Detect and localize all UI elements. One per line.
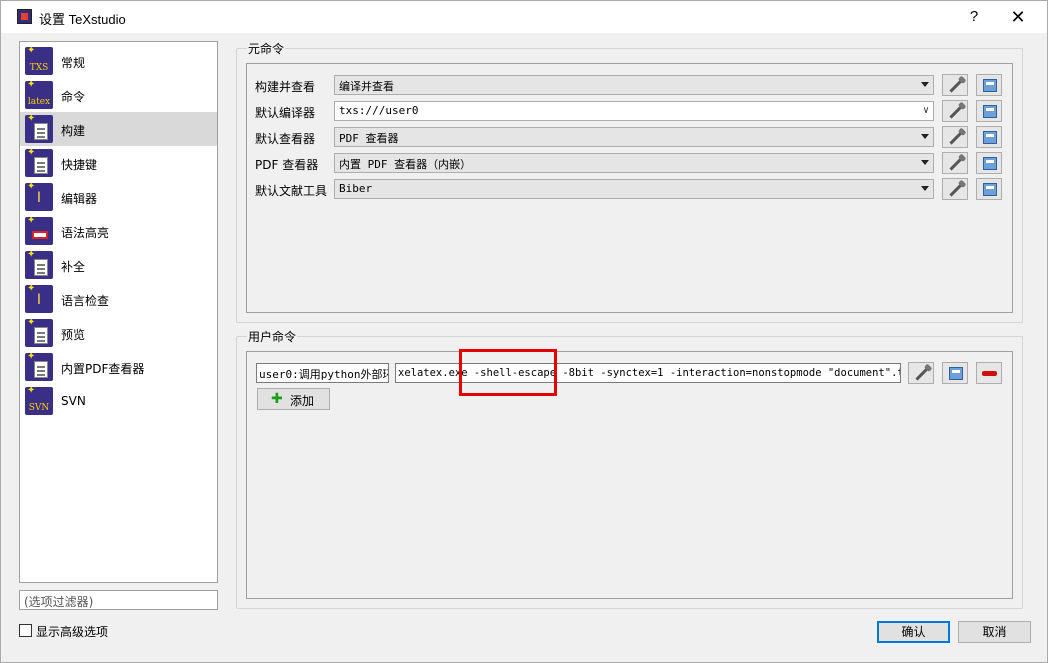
nav-item-label: 编辑器	[61, 192, 98, 206]
window-title: 设置 TeXstudio	[39, 12, 126, 27]
nav-item-commands[interactable]: ✦ latex 命令	[20, 78, 217, 112]
nav-item-language-check[interactable]: ✦ I 语言检查	[20, 282, 217, 316]
meta-row-value: 编译并查看	[339, 80, 394, 93]
wrench-icon	[915, 366, 930, 381]
nav-item-label: 预览	[61, 328, 86, 342]
option-filter-input[interactable]: (选项过滤器)	[19, 590, 218, 610]
texstudio-app-icon	[17, 9, 32, 24]
save-icon	[949, 367, 963, 380]
pdf-viewer-icon: ✦	[25, 353, 53, 381]
wrench-icon	[949, 130, 964, 145]
wrench-icon	[949, 156, 964, 171]
meta-row-select[interactable]: Biber	[334, 179, 934, 199]
meta-commands-title: 元命令	[247, 40, 286, 57]
advanced-options-label: 显示高级选项	[36, 625, 109, 639]
syntax-highlight-icon: ✦	[25, 217, 53, 245]
language-check-icon: ✦ I	[25, 285, 53, 313]
nav-item-label: 语法高亮	[61, 226, 110, 240]
chevron-down-icon	[921, 82, 929, 87]
meta-row-config-button[interactable]	[942, 152, 968, 174]
nav-item-label: 内置PDF查看器	[61, 362, 145, 376]
add-user-command-button[interactable]: ✚ 添加	[257, 388, 330, 410]
annotation-highlight-box	[459, 349, 557, 396]
save-icon	[983, 79, 997, 92]
close-button[interactable]: ✕	[1003, 5, 1033, 29]
add-button-label: 添加	[290, 394, 315, 408]
meta-row-config-button[interactable]	[942, 100, 968, 122]
nav-item-build[interactable]: ✦ 构建	[20, 112, 217, 146]
shortcuts-icon: ✦	[25, 149, 53, 177]
meta-row-config-button[interactable]	[942, 126, 968, 148]
nav-item-label: 构建	[61, 124, 86, 138]
settings-dialog: 设置 TeXstudio ? ✕ ✦ TXS 常规 ✦ latex 命令 ✦ 构建 ✦ 快捷键 ✦ I…	[0, 0, 1048, 663]
advanced-options-checkbox[interactable]	[19, 624, 32, 637]
preview-icon: ✦	[25, 319, 53, 347]
meta-row-select[interactable]: txs:///user0 ∨	[334, 101, 934, 121]
save-icon	[983, 157, 997, 170]
meta-row-save-button[interactable]	[976, 100, 1002, 122]
nav-item-preview[interactable]: ✦ 预览	[20, 316, 217, 350]
title-bar: 设置 TeXstudio ? ✕	[1, 1, 1047, 33]
meta-row-value: txs:///user0	[339, 104, 419, 117]
plus-icon: ✚	[271, 391, 283, 407]
meta-row-save-button[interactable]	[976, 74, 1002, 96]
user-command-remove-button[interactable]	[976, 362, 1002, 384]
remove-icon	[982, 371, 997, 376]
meta-row-save-button[interactable]	[976, 178, 1002, 200]
user-commands-panel	[246, 351, 1013, 599]
nav-item-shortcuts[interactable]: ✦ 快捷键	[20, 146, 217, 180]
ok-button[interactable]: 确认	[877, 621, 950, 643]
svn-icon: ✦ SVN	[25, 387, 53, 415]
meta-row-select[interactable]: 内置 PDF 查看器（内嵌）	[334, 153, 934, 173]
nav-item-label: 语言检查	[61, 294, 110, 308]
meta-row-label: 默认查看器	[255, 132, 316, 146]
settings-category-list: ✦ TXS 常规 ✦ latex 命令 ✦ 构建 ✦ 快捷键 ✦ I 编辑器 ✦ 语法高亮 ✦ 补全 ✦ I 语言检查…	[19, 41, 218, 583]
nav-item-svn[interactable]: ✦ SVN SVN	[20, 384, 217, 418]
chevron-down-icon	[921, 160, 929, 165]
meta-row-label: PDF 查看器	[255, 158, 319, 172]
meta-row-config-button[interactable]	[942, 74, 968, 96]
meta-row-save-button[interactable]	[976, 126, 1002, 148]
user-command-save-button[interactable]	[942, 362, 968, 384]
nav-item-label: 命令	[61, 90, 86, 104]
meta-row-label: 默认编译器	[255, 106, 316, 120]
nav-item-label: 快捷键	[61, 158, 98, 172]
completion-icon: ✦	[25, 251, 53, 279]
save-icon	[983, 105, 997, 118]
general-icon: ✦ TXS	[25, 47, 53, 75]
nav-item-label: 常规	[61, 56, 86, 70]
commands-icon: ✦ latex	[25, 81, 53, 109]
wrench-icon	[949, 104, 964, 119]
meta-row-value: 内置 PDF 查看器（内嵌）	[339, 158, 472, 171]
meta-row-config-button[interactable]	[942, 178, 968, 200]
meta-row-save-button[interactable]	[976, 152, 1002, 174]
user-command-config-button[interactable]	[908, 362, 934, 384]
build-icon: ✦	[25, 115, 53, 143]
meta-row-value: Biber	[339, 182, 373, 195]
nav-item-completion[interactable]: ✦ 补全	[20, 248, 217, 282]
meta-row-value: PDF 查看器	[339, 132, 399, 145]
help-button[interactable]: ?	[959, 5, 989, 29]
wrench-icon	[949, 78, 964, 93]
nav-item-editor[interactable]: ✦ I 编辑器	[20, 180, 217, 214]
chevron-down-icon	[921, 134, 929, 139]
chevron-down-icon	[921, 186, 929, 191]
save-icon	[983, 183, 997, 196]
editor-icon: ✦ I	[25, 183, 53, 211]
nav-item-label: 补全	[61, 260, 86, 274]
user-command-name-input[interactable]: user0:调用python外部环	[256, 363, 389, 383]
nav-item-pdf-viewer[interactable]: ✦ 内置PDF查看器	[20, 350, 217, 384]
meta-row-label: 构建并查看	[255, 80, 316, 94]
nav-item-label: SVN	[61, 394, 86, 408]
save-icon	[983, 131, 997, 144]
nav-item-general[interactable]: ✦ TXS 常规	[20, 44, 217, 78]
nav-item-syntax-highlight[interactable]: ✦ 语法高亮	[20, 214, 217, 248]
meta-row-label: 默认文献工具	[255, 184, 328, 198]
user-commands-title: 用户命令	[247, 328, 298, 345]
chevron-down-icon: ∨	[922, 105, 929, 116]
wrench-icon	[949, 182, 964, 197]
cancel-button[interactable]: 取消	[958, 621, 1031, 643]
meta-row-select[interactable]: PDF 查看器	[334, 127, 934, 147]
meta-row-select[interactable]: 编译并查看	[334, 75, 934, 95]
